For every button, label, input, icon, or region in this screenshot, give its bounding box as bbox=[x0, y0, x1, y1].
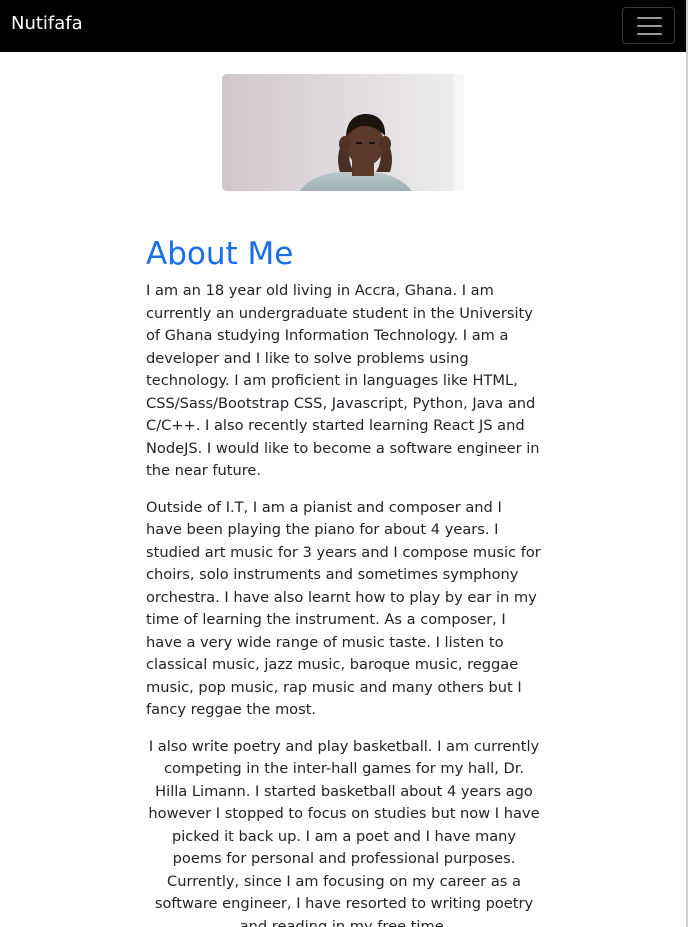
hamburger-menu-icon bbox=[637, 17, 662, 35]
brand-link[interactable]: Nutifafa bbox=[11, 13, 83, 35]
navbar-toggle-button[interactable] bbox=[622, 7, 675, 44]
about-heading: About Me bbox=[146, 236, 294, 272]
about-section: About Me I am an 18 year old living in A… bbox=[146, 234, 542, 927]
about-paragraph-hobbies: I also write poetry and play basketball.… bbox=[148, 737, 540, 927]
about-paragraph-music: Outside of I.T, I am a pianist and compo… bbox=[146, 498, 541, 719]
profile-photo bbox=[222, 74, 464, 191]
top-navbar: Nutifafa bbox=[0, 0, 686, 52]
about-paragraph-intro: I am an 18 year old living in Accra, Gha… bbox=[146, 282, 540, 479]
